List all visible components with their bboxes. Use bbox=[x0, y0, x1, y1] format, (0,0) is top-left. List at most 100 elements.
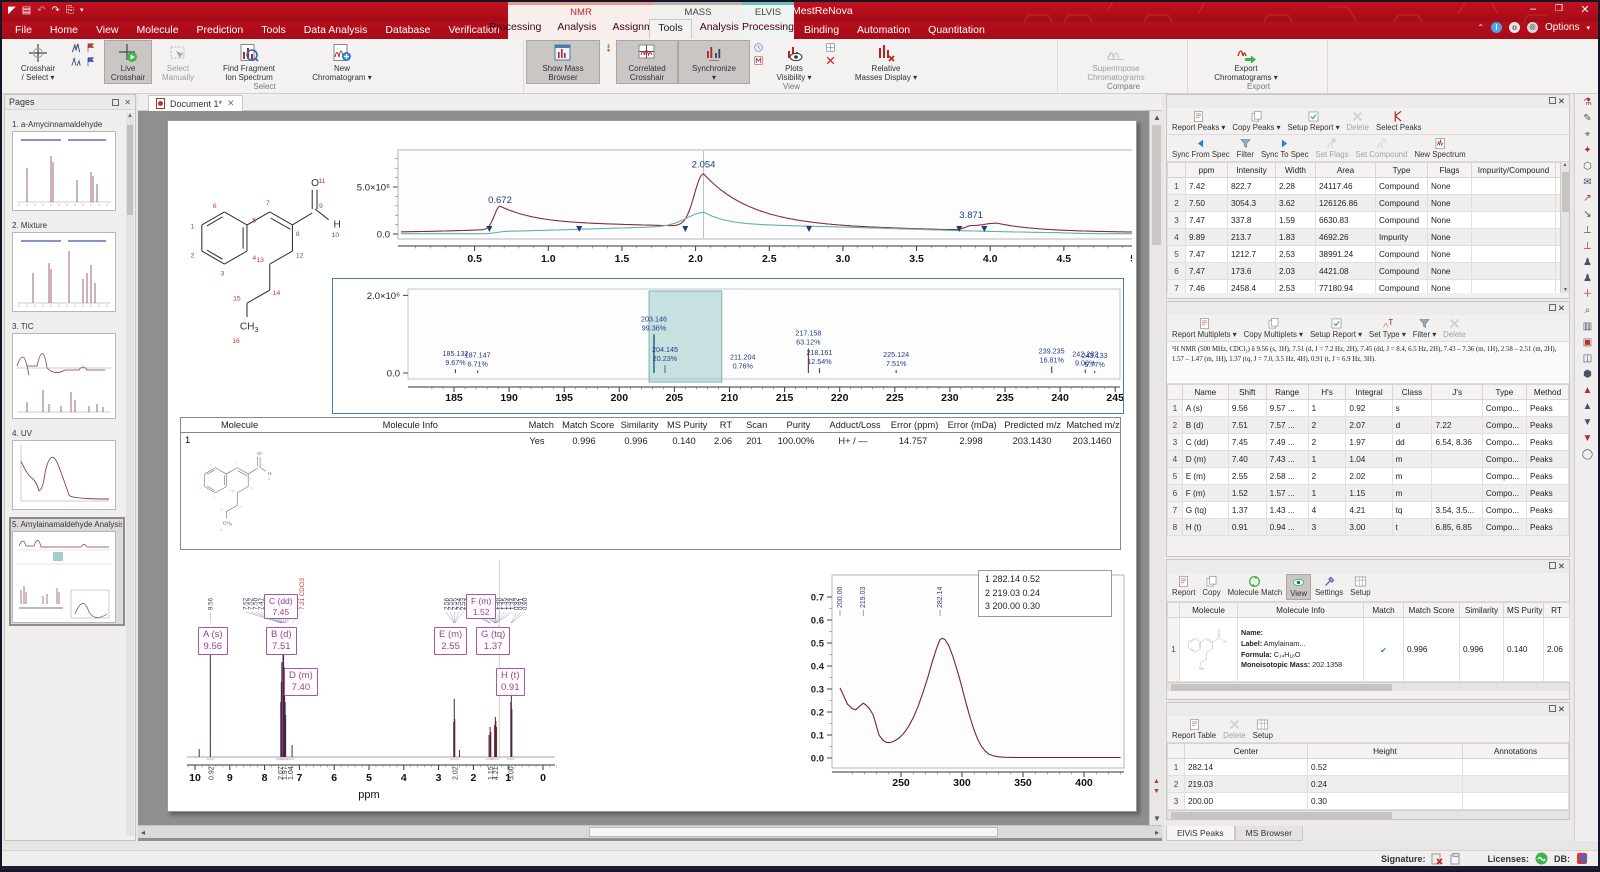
tri-up1-icon[interactable]: ▲ bbox=[1583, 386, 1593, 396]
peak-row[interactable]: 67.47173.62.034421.08CompoundNone bbox=[1168, 263, 1570, 280]
mini-tool-column[interactable] bbox=[600, 40, 616, 66]
close-panel-icon[interactable]: ✕ bbox=[1558, 561, 1565, 571]
undo-icon[interactable]: ↶ bbox=[37, 4, 45, 18]
maximize-button[interactable]: ❒ bbox=[1552, 3, 1566, 16]
multiplet-label-e-m[interactable]: E (m)2.55 bbox=[434, 627, 467, 655]
document-vertical-scrollbar[interactable]: ▲ ▲ ▼ ▼ bbox=[1149, 111, 1162, 825]
person-dark-icon[interactable]: ♟ bbox=[1583, 274, 1592, 284]
mini-tool-column[interactable] bbox=[822, 40, 838, 66]
col-flags[interactable]: Flags bbox=[1428, 163, 1472, 178]
setup-report-button[interactable]: Setup Report ▾ bbox=[1284, 109, 1342, 133]
info-icon[interactable]: i bbox=[1491, 22, 1502, 33]
float-panel-icon[interactable] bbox=[112, 99, 119, 106]
superimpose-chromatograms-button[interactable]: SuperimposeChromatograms bbox=[1060, 40, 1172, 84]
hex-tool-icon[interactable]: ⬢ bbox=[1583, 370, 1592, 380]
page-item-3[interactable]: 3. TIC bbox=[11, 321, 123, 420]
menu-prediction[interactable]: Prediction bbox=[188, 22, 253, 39]
multiplet-label-f-m[interactable]: F (m)1.52 bbox=[466, 594, 496, 619]
page-molecule[interactable]: OHCH312345678910111213141516 bbox=[180, 152, 346, 357]
multiplet-label-g-tq[interactable]: G (tq)1.37 bbox=[476, 627, 510, 655]
multiplet-row[interactable]: 2B (d)7.517.57 ...22.07d7.22Compo...Peak… bbox=[1168, 417, 1569, 434]
assignment-icon[interactable]: ✦ bbox=[1583, 146, 1591, 156]
minimize-button[interactable]: – bbox=[1526, 3, 1540, 16]
mini-tool-column[interactable] bbox=[750, 40, 766, 66]
elvis-peak-row[interactable]: 3200.000.30 bbox=[1168, 793, 1569, 810]
col-idx[interactable] bbox=[1168, 385, 1183, 400]
tab-quantitation[interactable]: Quantitation bbox=[919, 22, 994, 36]
multiplet-row[interactable]: 8H (t)0.910.94 ...33.00t6.85, 6.85Compo.… bbox=[1168, 519, 1569, 536]
col-idx[interactable] bbox=[1168, 744, 1185, 759]
scroll-up-icon[interactable]: ▲ bbox=[126, 113, 134, 119]
multiplet-label-c-dd[interactable]: C (dd)7.45 bbox=[264, 594, 298, 619]
compound-add-icon[interactable]: ⬡ bbox=[1583, 162, 1592, 172]
histogram-icon[interactable]: ▥ bbox=[1583, 322, 1592, 332]
multiplet-row[interactable]: 3C (dd)7.457.49 ...21.97dd6.54, 8.36Comp… bbox=[1168, 434, 1569, 451]
filter-button[interactable]: Filter bbox=[1234, 136, 1257, 160]
molecule-match-row[interactable]: 1 OHCH3 Name:Label: Amylainam...Formula:… bbox=[1168, 618, 1570, 682]
copy-multiplets-button[interactable]: Copy Multiplets ▾ bbox=[1241, 316, 1306, 340]
float-panel-icon[interactable] bbox=[1549, 562, 1556, 569]
pin-icon[interactable]: ◤ bbox=[8, 4, 16, 18]
tri-up2-icon[interactable]: ▲ bbox=[1583, 402, 1593, 412]
report-multiplets-button[interactable]: Report Multiplets ▾ bbox=[1169, 316, 1240, 340]
image-tool-icon[interactable]: ▣ bbox=[1583, 338, 1592, 348]
close-panel-icon[interactable]: ✕ bbox=[1558, 303, 1565, 313]
col-method[interactable]: Method bbox=[1526, 385, 1568, 400]
molecule-match-button[interactable]: Molecule Match bbox=[1225, 574, 1286, 598]
plots-visibility-button[interactable]: PlotsVisibility ▾ bbox=[766, 40, 822, 84]
tri-down2-icon[interactable]: ▼ bbox=[1583, 434, 1593, 444]
delete-button[interactable]: Delete bbox=[1220, 717, 1249, 741]
dock-tab-ms-browser[interactable]: MS Browser bbox=[1235, 826, 1303, 841]
peak-row[interactable]: 57.471212.72.5338991.24CompoundNone bbox=[1168, 246, 1570, 263]
molecule-structure[interactable]: OHCH3 bbox=[1183, 619, 1227, 679]
close-panel-icon[interactable]: ✕ bbox=[1558, 96, 1565, 106]
float-panel-icon[interactable] bbox=[1549, 705, 1556, 712]
fit-down-icon[interactable]: ↘ bbox=[1583, 210, 1591, 220]
pages-scrollbar[interactable]: ▲ bbox=[126, 113, 134, 836]
close-panel-icon[interactable]: ✕ bbox=[124, 98, 131, 107]
copy-button[interactable]: Copy bbox=[1199, 574, 1223, 598]
sync-from-spec-button[interactable]: Sync From Spec bbox=[1169, 136, 1233, 160]
mini-tool-grid[interactable] bbox=[70, 40, 104, 68]
col-match[interactable]: Match bbox=[1364, 603, 1404, 618]
menu-home[interactable]: Home bbox=[41, 22, 87, 39]
dock-tab-elvis-peaks[interactable]: ElViS Peaks bbox=[1166, 826, 1235, 841]
person-red-icon[interactable]: ♟ bbox=[1583, 258, 1592, 268]
page-marker-icon[interactable]: ▲ bbox=[1153, 778, 1160, 785]
correlated-crosshair-button[interactable]: CorrelatedCrosshair bbox=[616, 40, 678, 84]
multiplet-label-d-m[interactable]: D (m)7.40 bbox=[284, 668, 318, 696]
multiplet-label-b-d[interactable]: B (d)7.51 bbox=[266, 627, 297, 655]
scroll-right-icon[interactable]: ▸ bbox=[1155, 828, 1159, 837]
show-mass-browser-button[interactable]: Show MassBrowser bbox=[526, 40, 600, 84]
delete-button[interactable]: Delete bbox=[1440, 316, 1469, 340]
col-j-s[interactable]: J's bbox=[1432, 385, 1482, 400]
col-width[interactable]: Width bbox=[1276, 163, 1316, 178]
options-dropdown-icon[interactable]: ▾ bbox=[1586, 24, 1590, 32]
setup-button[interactable]: Setup bbox=[1347, 574, 1373, 598]
settings-button[interactable]: Settings bbox=[1312, 574, 1346, 598]
tab-analysis[interactable]: Analysis bbox=[549, 19, 604, 39]
molecule-structure[interactable]: OHCH312345678910111213141516 bbox=[194, 433, 274, 541]
search-zoom-icon[interactable]: ⌕ bbox=[1585, 306, 1591, 316]
setup-button[interactable]: Setup bbox=[1250, 717, 1276, 741]
ms-spectrum-box[interactable]: 185.1329.67%187.1476.71%203.14699.36%204… bbox=[332, 278, 1124, 414]
document-horizontal-scrollbar[interactable]: ◂ ▸ bbox=[138, 825, 1162, 838]
sync-to-spec-button[interactable]: Sync To Spec bbox=[1258, 136, 1312, 160]
col-annotations[interactable]: Annotations bbox=[1462, 744, 1568, 759]
multiplet-label-h-t[interactable]: H (t)0.91 bbox=[496, 668, 525, 696]
report-peaks-button[interactable]: Report Peaks ▾ bbox=[1169, 109, 1228, 133]
col-ppm[interactable]: ppm bbox=[1186, 163, 1228, 178]
peak-row[interactable]: 37.47337.81.596630.83CompoundNone bbox=[1168, 212, 1570, 229]
scroll-left-icon[interactable]: ◂ bbox=[141, 828, 145, 837]
report-table-button[interactable]: Report Table bbox=[1169, 717, 1219, 741]
export-chromatograms-button[interactable]: ExportChromatograms ▾ bbox=[1190, 40, 1302, 84]
qa-dropdown-icon[interactable]: ▾ bbox=[80, 4, 84, 18]
mail-report-icon[interactable]: ✉ bbox=[1583, 178, 1591, 188]
integration-icon[interactable]: ✎ bbox=[1583, 114, 1591, 124]
col-height[interactable]: Height bbox=[1308, 744, 1463, 759]
delete-button[interactable]: Delete bbox=[1343, 109, 1372, 133]
col-match-score[interactable]: Match Score bbox=[1404, 603, 1460, 618]
elvis-peak-row[interactable]: 1282.140.52 bbox=[1168, 759, 1569, 776]
filter-button[interactable]: Filter ▾ bbox=[1410, 316, 1439, 340]
multiplet-row[interactable]: 7G (tq)1.371.43 ...44.21tq3.54, 3.5...Co… bbox=[1168, 502, 1569, 519]
